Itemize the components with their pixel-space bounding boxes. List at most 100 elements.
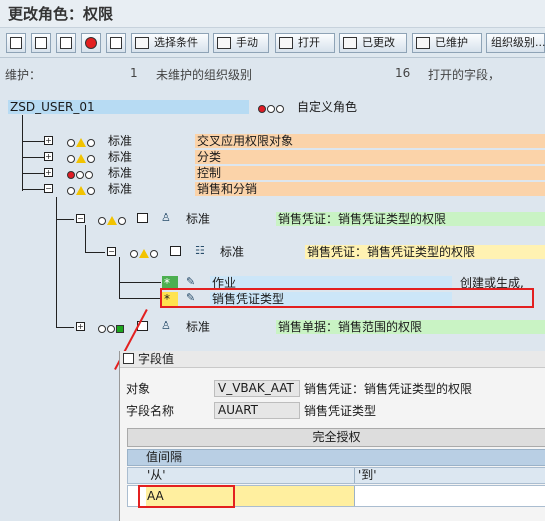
off-light-icon	[107, 325, 115, 333]
save-icon[interactable]	[6, 33, 26, 53]
open-icon	[279, 37, 293, 49]
sales-org-description: 销售单据：销售范围的权限	[276, 320, 545, 334]
highlight-box	[160, 288, 534, 308]
selection-button[interactable]: 选择条件	[131, 33, 209, 53]
level1-standard-text: 标准	[108, 166, 133, 180]
stop-icon-glyph	[85, 37, 97, 49]
tree-connector	[22, 157, 44, 158]
sales-doc-description: 销售凭证：销售凭证类型的权限	[276, 212, 545, 226]
off-light-icon	[87, 139, 95, 147]
delete-icon[interactable]	[106, 33, 126, 53]
back-icon-glyph	[35, 37, 47, 49]
changed-label: 已更改	[362, 36, 395, 49]
field-name-label: 字段名称	[126, 404, 175, 418]
off-light-icon	[67, 187, 75, 195]
off-light-icon	[67, 139, 75, 147]
field-name-description: 销售凭证类型	[304, 404, 377, 418]
tree-connector	[22, 189, 44, 190]
off-light-icon	[85, 171, 93, 179]
tree-connector	[119, 298, 161, 299]
field-name-row: 字段名称 AUART 销售凭证类型	[120, 402, 545, 421]
off-light-icon	[130, 250, 138, 258]
off-light-icon	[87, 155, 95, 163]
save-icon-glyph	[10, 37, 22, 49]
pencil-icon[interactable]: ✎	[186, 276, 200, 288]
yellow-triangle-icon	[76, 138, 86, 147]
collapse-icon[interactable]: −	[107, 247, 116, 256]
expand-icon[interactable]: +	[76, 322, 85, 331]
tree-connector	[56, 219, 74, 220]
person-icon: ♙	[161, 211, 171, 224]
highlight-box	[138, 485, 235, 508]
selection-label: 选择条件	[154, 36, 198, 49]
document-icon: ☷	[195, 244, 205, 257]
green-light-icon	[116, 325, 124, 333]
tree-connector	[119, 257, 120, 299]
org-level-button[interactable]: 组织级别...	[486, 33, 545, 53]
collapse-icon[interactable]: −	[44, 184, 53, 193]
to-value-input[interactable]	[356, 486, 545, 506]
field-status-text: 打开的字段，	[428, 68, 501, 82]
level1-description: 分类	[195, 150, 545, 164]
maintain-label: 维护：	[5, 68, 42, 82]
interval-header: 值间隔	[127, 449, 545, 466]
level1-description: 交叉应用权限对象	[195, 134, 545, 148]
role-name[interactable]: ZSD_USER_01	[8, 100, 249, 114]
full-authorization-button[interactable]: 完全授权	[127, 428, 545, 447]
field-name-field[interactable]: AUART	[214, 402, 300, 419]
manual-button[interactable]: 手动	[213, 33, 269, 53]
open-button[interactable]: 打开	[275, 33, 335, 53]
sap-role-authorization-screen: 更改角色：权限 选择条件 手动 打开 已更改 已维护 组织级别... 维护： 1…	[0, 0, 545, 521]
tree-connector	[56, 197, 57, 328]
role-description: 自定义角色	[297, 100, 358, 114]
person-icon: ♙	[161, 319, 171, 332]
off-light-icon	[267, 105, 275, 113]
profile-icon[interactable]	[56, 33, 76, 53]
object-field[interactable]: V_VBAK_AAT	[214, 380, 300, 397]
traffic-light-icon	[67, 152, 96, 163]
object-row: 对象 V_VBAK_AAT 销售凭证：销售凭证类型的权限	[120, 380, 545, 399]
authorization-tree: ZSD_USER_01 自定义角色 + 标准 交叉应用权限对象 + 标准 分类 …	[0, 96, 545, 370]
tree-connector	[22, 173, 44, 174]
level1-standard-text: 标准	[108, 182, 133, 196]
expand-icon[interactable]: +	[44, 168, 53, 177]
traffic-light-icon	[67, 184, 96, 195]
to-column-header: '到'	[358, 468, 377, 482]
manual-icon	[217, 37, 231, 49]
maintained-icon	[416, 37, 430, 49]
changed-icon	[343, 37, 357, 49]
maintained-button[interactable]: 已维护	[412, 33, 482, 53]
open-label: 打开	[298, 36, 320, 49]
level1-standard-text: 标准	[108, 134, 133, 148]
off-light-icon	[118, 217, 126, 225]
tree-connector	[85, 225, 86, 253]
tree-connector	[56, 327, 74, 328]
yellow-triangle-icon	[76, 154, 86, 163]
red-light-icon	[258, 105, 266, 113]
traffic-light-icon	[67, 136, 96, 147]
selection-icon	[135, 37, 149, 49]
changed-button[interactable]: 已更改	[339, 33, 407, 53]
expand-icon[interactable]: +	[44, 152, 53, 161]
authorization-icon	[170, 246, 181, 256]
dialog-icon	[123, 353, 134, 364]
object-icon	[137, 213, 148, 223]
org-count: 1	[130, 66, 138, 80]
traffic-light-icon	[98, 214, 127, 225]
sales-org-standard-text: 标准	[186, 320, 211, 334]
back-icon[interactable]	[31, 33, 51, 53]
collapse-icon[interactable]: −	[76, 214, 85, 223]
off-light-icon	[87, 187, 95, 195]
manual-label: 手动	[236, 36, 258, 49]
page-title: 更改角色：权限	[0, 0, 545, 28]
sales-child-standard-text: 标准	[220, 245, 245, 259]
level1-description: 控制	[195, 166, 545, 180]
field-count: 16	[395, 66, 411, 80]
tree-connector	[22, 141, 44, 142]
stop-icon[interactable]	[81, 33, 101, 53]
red-light-icon	[67, 171, 75, 179]
off-light-icon	[67, 155, 75, 163]
tree-connector	[85, 252, 105, 253]
traffic-light-icon	[130, 247, 159, 258]
expand-icon[interactable]: +	[44, 136, 53, 145]
